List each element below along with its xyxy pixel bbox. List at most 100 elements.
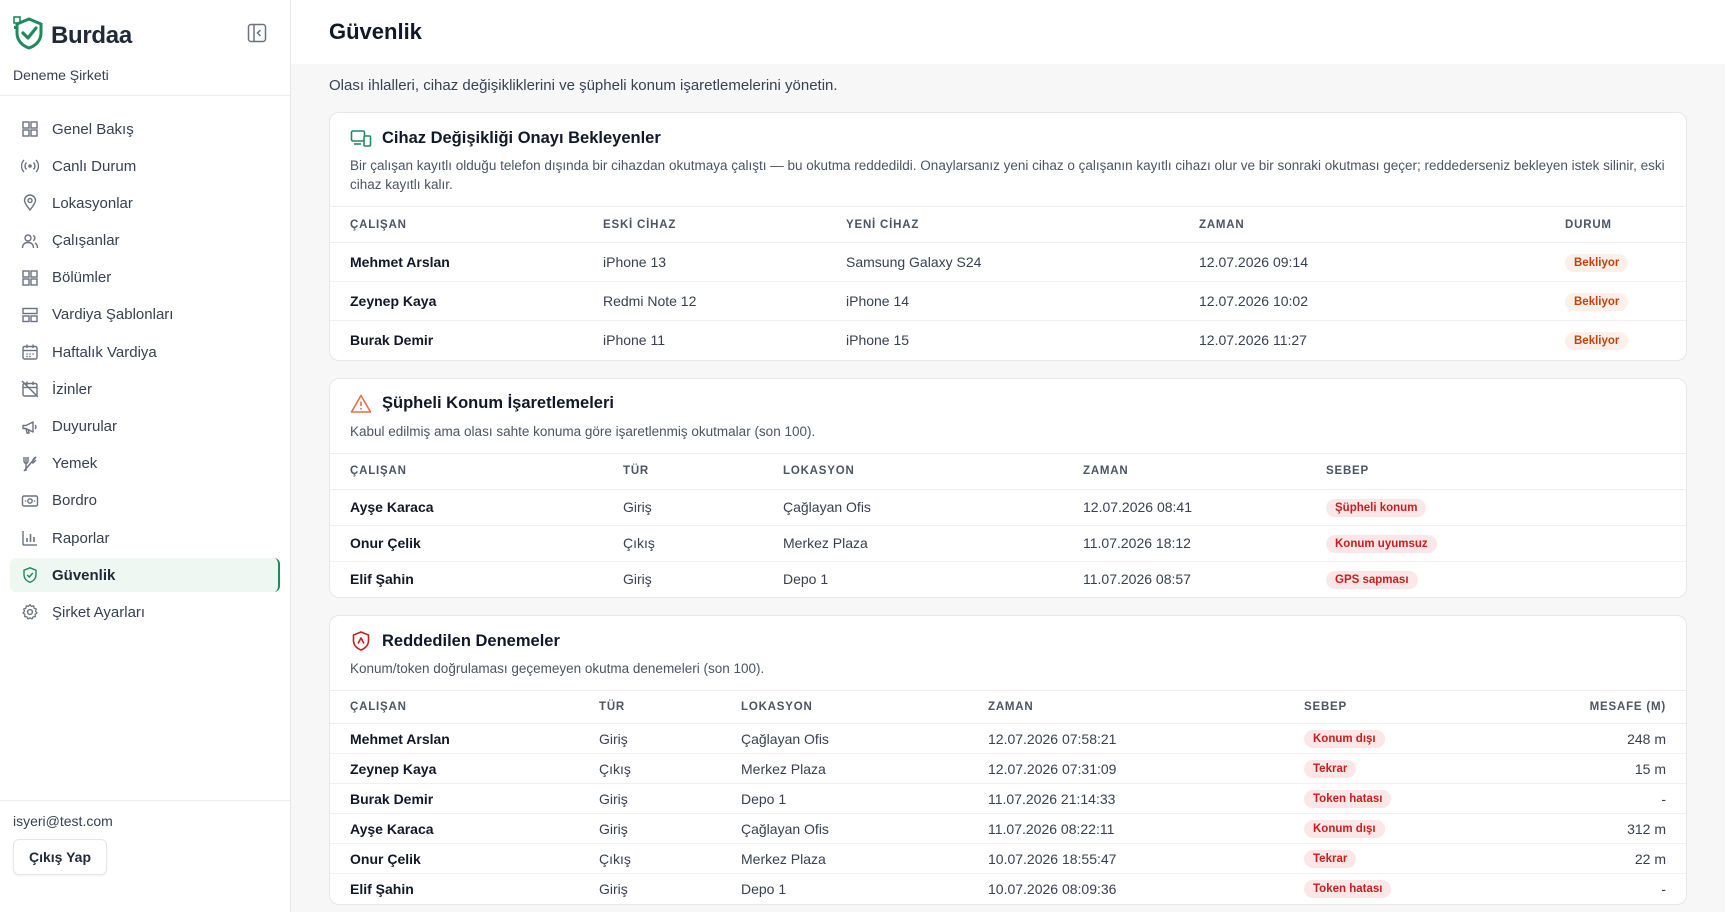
- table-row[interactable]: Zeynep Kaya Redmi Note 12 iPhone 14 12.0…: [330, 281, 1686, 321]
- type-cell: Giriş: [579, 723, 721, 754]
- column-header: SEBEP: [1284, 690, 1504, 724]
- column-header: ÇALIŞAN: [330, 206, 583, 243]
- sidebar-item-label: Çalışanlar: [52, 232, 120, 250]
- sidebar-item-label: Yemek: [52, 455, 98, 473]
- column-header: ESKİ CİHAZ: [583, 206, 826, 243]
- suspicious-location-card: Şüpheli Konum İşaretlemeleri Kabul edilm…: [329, 377, 1687, 598]
- calendar-off-icon: [20, 379, 40, 399]
- sidebar-footer: isyeri@test.com Çıkış Yap: [0, 800, 290, 912]
- location-cell: Merkez Plaza: [763, 525, 1063, 562]
- rejected-attempts-table: ÇALIŞAN TÜR LOKASYON ZAMAN SEBEP MESAFE …: [330, 690, 1686, 904]
- old-device-cell: iPhone 11: [603, 332, 666, 349]
- sidebar-item-calisanlar[interactable]: Çalışanlar: [10, 224, 280, 258]
- sidebar-item-canli-durum[interactable]: Canlı Durum: [10, 149, 280, 183]
- sidebar-item-raporlar[interactable]: Raporlar: [10, 521, 280, 555]
- employee-cell: Zeynep Kaya: [330, 753, 579, 784]
- device-change-title: Cihaz Değişikliği Onayı Bekleyenler: [382, 128, 661, 147]
- distance-cell: -: [1504, 783, 1686, 814]
- column-header: MESAFE (M): [1504, 690, 1686, 724]
- sidebar-item-duyurular[interactable]: Duyurular: [10, 410, 280, 444]
- sidebar-item-label: Güvenlik: [52, 566, 116, 584]
- table-row[interactable]: Elif Şahin Giriş Depo 1 10.07.2026 08:09…: [330, 874, 1686, 904]
- logo[interactable]: Burdaa: [13, 16, 277, 55]
- table-row[interactable]: Elif Şahin Giriş Depo 1 11.07.2026 08:57…: [330, 561, 1686, 597]
- table-row[interactable]: Mehmet Arslan iPhone 13 Samsung Galaxy S…: [330, 242, 1686, 282]
- sidebar-item-vardiya-sablonlari[interactable]: Vardiya Şablonları: [10, 298, 280, 332]
- employee-cell: Elif Şahin: [350, 880, 414, 897]
- location-cell: Depo 1: [741, 880, 787, 897]
- type-cell: Çıkış: [579, 753, 721, 784]
- time-cell: 12.07.2026 10:02: [1179, 281, 1545, 321]
- table-row[interactable]: Burak Demir iPhone 11 iPhone 15 12.07.20…: [330, 321, 1686, 360]
- time-cell: 12.07.2026 07:31:09: [968, 753, 1284, 784]
- column-header: TÜR: [603, 452, 763, 490]
- main-content: Güvenlik Olası ihlalleri, cihaz değişikl…: [291, 0, 1725, 912]
- sidebar-collapse-icon: [246, 22, 268, 49]
- column-header: DURUM: [1545, 206, 1686, 243]
- sidebar-item-yemek[interactable]: Yemek: [10, 447, 280, 481]
- table-row[interactable]: Ayşe Karaca Giriş Çağlayan Ofis 11.07.20…: [330, 813, 1686, 844]
- broadcast-icon: [20, 156, 40, 176]
- sidebar-item-lokasyonlar[interactable]: Lokasyonlar: [10, 186, 280, 220]
- reason-badge: Konum dışı: [1304, 730, 1385, 748]
- location-cell: Depo 1: [783, 571, 829, 588]
- time-cell: 12.07.2026 09:14: [1179, 242, 1545, 282]
- warning-icon: [350, 393, 372, 415]
- sidebar-item-label: Bölümler: [52, 269, 112, 287]
- rejected-attempts-description: Konum/token doğrulaması geçemeyen okutma…: [350, 661, 765, 676]
- table-row[interactable]: Onur Çelik Çıkış Merkez Plaza 10.07.2026…: [330, 843, 1686, 874]
- device-change-icon: [350, 127, 372, 149]
- type-cell: Çıkış: [603, 525, 763, 562]
- time-cell: 11.07.2026 18:12: [1063, 525, 1306, 562]
- old-device-cell: iPhone 13: [583, 242, 826, 282]
- column-header: YENİ CİHAZ: [826, 206, 1179, 243]
- sidebar-item-bolumler[interactable]: Bölümler: [10, 261, 280, 295]
- type-cell: Giriş: [579, 783, 721, 814]
- device-change-card: Cihaz Değişikliği Onayı Bekleyenler Bir …: [329, 112, 1687, 361]
- bar-chart-icon: [20, 528, 40, 548]
- table-row[interactable]: Ayşe Karaca Giriş Çağlayan Ofis 12.07.20…: [330, 489, 1686, 526]
- new-device-cell: iPhone 14: [826, 281, 1179, 321]
- employee-cell: Ayşe Karaca: [330, 489, 603, 526]
- sidebar-item-genel-bakis[interactable]: Genel Bakış: [10, 112, 280, 146]
- location-cell: Merkez Plaza: [721, 753, 968, 784]
- brand-area: Burdaa Deneme Şirketi: [0, 0, 290, 96]
- sidebar-item-izinler[interactable]: İzinler: [10, 372, 280, 406]
- time-cell: 11.07.2026 08:57: [1083, 571, 1191, 588]
- table-row[interactable]: Zeynep Kaya Çıkış Merkez Plaza 12.07.202…: [330, 753, 1686, 784]
- column-header: ZAMAN: [968, 690, 1284, 724]
- page-title: Güvenlik: [329, 19, 422, 44]
- shield-logo-icon: [13, 16, 45, 55]
- sidebar-item-label: Bordro: [52, 492, 98, 510]
- time-cell: 12.07.2026 08:41: [1063, 489, 1306, 526]
- users-icon: [20, 231, 40, 251]
- employee-cell: Mehmet Arslan: [330, 242, 583, 282]
- logout-button[interactable]: Çıkış Yap: [13, 839, 108, 875]
- table-row[interactable]: Burak Demir Giriş Depo 1 11.07.2026 21:1…: [330, 783, 1686, 814]
- location-cell: Çağlayan Ofis: [721, 813, 968, 844]
- shield-alert-icon: [350, 630, 372, 652]
- time-cell: 12.07.2026 07:58:21: [968, 723, 1284, 754]
- employee-cell: Onur Çelik: [330, 843, 579, 874]
- sidebar-item-label: Haftalık Vardiya: [52, 343, 157, 361]
- reason-badge: Konum dışı: [1304, 820, 1385, 838]
- suspicious-location-title: Şüpheli Konum İşaretlemeleri: [382, 394, 614, 412]
- column-header: TÜR: [579, 690, 721, 724]
- page-header: Güvenlik: [291, 0, 1725, 64]
- reason-badge: GPS sapması: [1326, 570, 1418, 589]
- grid-icon: [20, 268, 40, 288]
- brand-name: Burdaa: [51, 21, 132, 49]
- location-cell: Merkez Plaza: [721, 843, 968, 874]
- table-row[interactable]: Mehmet Arslan Giriş Çağlayan Ofis 12.07.…: [330, 723, 1686, 754]
- sidebar-collapse-button[interactable]: [246, 22, 268, 49]
- employee-cell: Mehmet Arslan: [330, 723, 579, 754]
- map-pin-icon: [20, 193, 40, 213]
- reason-badge: Şüpheli konum: [1326, 498, 1427, 517]
- sidebar-item-sirket-ayarlari[interactable]: Şirket Ayarları: [10, 595, 280, 629]
- sidebar-item-guvenlik[interactable]: Güvenlik: [10, 558, 280, 593]
- table-row[interactable]: Onur Çelik Çıkış Merkez Plaza 11.07.2026…: [330, 525, 1686, 562]
- sidebar-item-haftalik-vardiya[interactable]: Haftalık Vardiya: [10, 335, 280, 369]
- sidebar-item-bordro[interactable]: Bordro: [10, 484, 280, 518]
- rejected-attempts-title: Reddedilen Denemeler: [382, 631, 560, 650]
- type-cell: Çıkış: [579, 843, 721, 874]
